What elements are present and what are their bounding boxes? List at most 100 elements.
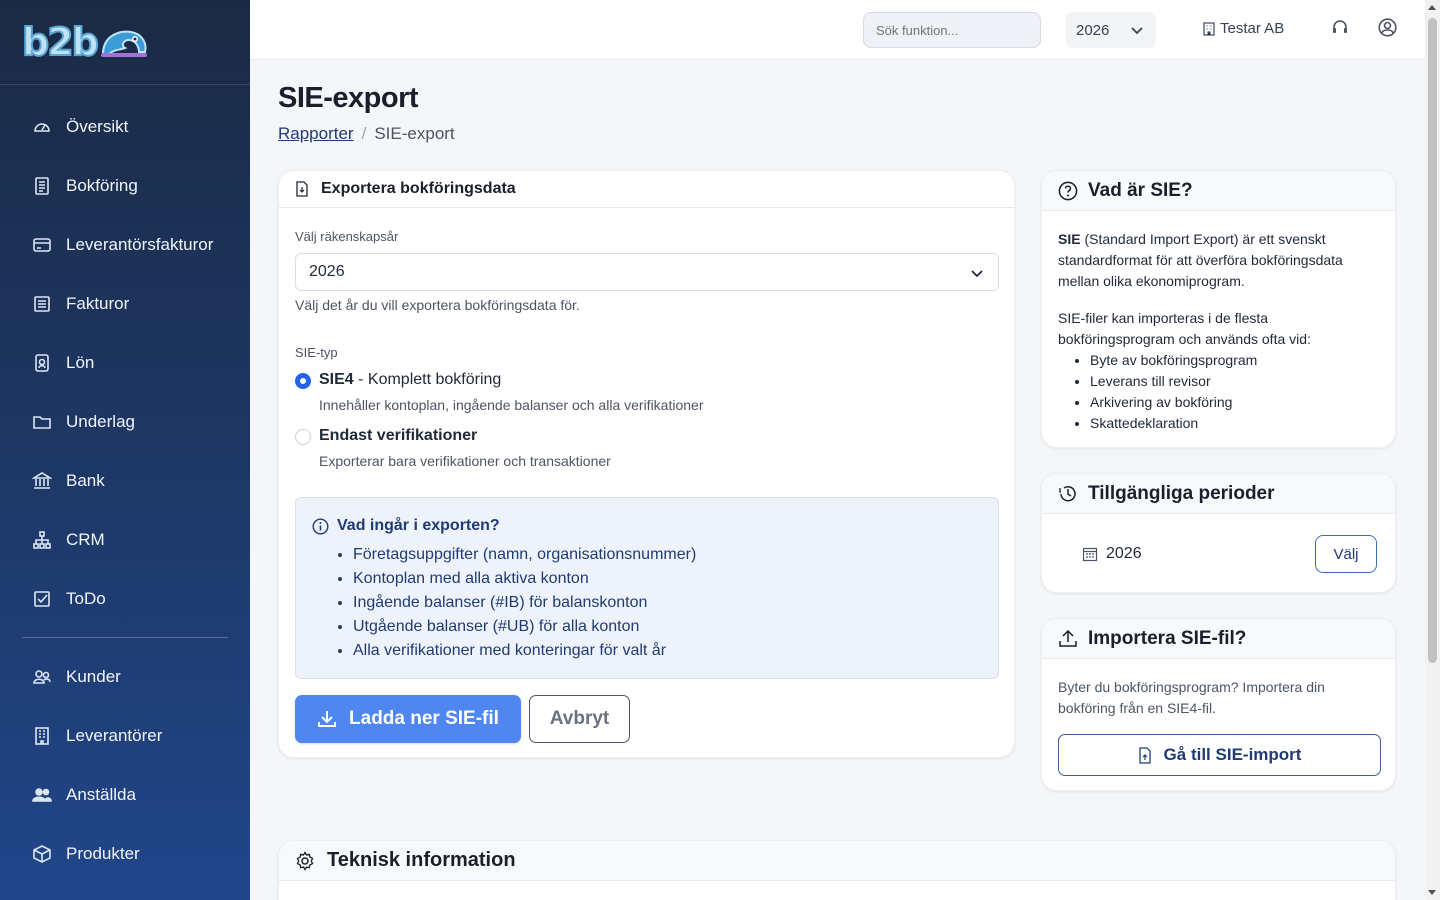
headset-icon[interactable] <box>1331 18 1349 41</box>
radio-sie4[interactable] <box>295 373 311 389</box>
file-upload-icon <box>1138 746 1151 764</box>
sie-info-card: Vad är SIE? SIE (Standard Import Export)… <box>1041 170 1396 448</box>
export-card-title: Exportera bokföringsdata <box>321 180 516 197</box>
list-item: Ingående balanser (#IB) för balanskonton <box>353 591 696 615</box>
sidebar-item-fakturor[interactable]: Fakturor <box>0 274 250 333</box>
periods-card: Tillgängliga perioder 2026 Välj <box>1041 473 1396 593</box>
credit-card-icon <box>32 235 52 255</box>
company-switcher[interactable]: Testar AB <box>1203 20 1284 37</box>
import-card: Importera SIE-fil? Byter du bokföringspr… <box>1041 618 1396 791</box>
calendar-icon <box>1082 547 1098 562</box>
sidebar-item-label: Kunder <box>66 666 121 686</box>
breadcrumb: Rapporter / SIE-export <box>278 124 455 144</box>
download-sie-button[interactable]: Ladda ner SIE-fil <box>295 695 521 743</box>
id-badge-icon <box>32 353 52 373</box>
list-item: Utgående balanser (#UB) för alla konton <box>353 615 696 639</box>
sidebar-item-bank[interactable]: Bank <box>0 451 250 510</box>
user-circle-icon[interactable] <box>1378 18 1397 42</box>
tech-info-header: Teknisk information <box>279 841 1395 881</box>
fiscal-year-select[interactable]: 2026 <box>295 253 999 291</box>
gear-icon <box>296 850 314 871</box>
list-item: Skattedeklaration <box>1090 413 1378 434</box>
invoice-icon <box>32 294 52 314</box>
topbar: 2026 Testar AB <box>250 0 1425 60</box>
period-year: 2026 <box>1106 545 1142 562</box>
radio-sie4-label-bold: SIE4 <box>319 371 354 388</box>
export-info-box: Vad ingår i exporten? Företagsuppgifter … <box>295 497 999 679</box>
radio-verifikationer-label[interactable]: Endast verifikationer <box>319 427 477 445</box>
sidebar-divider <box>22 637 228 638</box>
sie-info-list: Byte av bokföringsprogram Leverans till … <box>1090 350 1378 434</box>
company-name: Testar AB <box>1220 20 1285 37</box>
building-icon <box>32 726 52 746</box>
radio-sie4-label[interactable]: SIE4 - Komplett bokföring <box>319 371 501 389</box>
chevron-down-icon <box>970 266 984 285</box>
sidebar-item-crm[interactable]: CRM <box>0 510 250 569</box>
breadcrumb-link-rapporter[interactable]: Rapporter <box>278 124 354 143</box>
sie-info-bold: SIE <box>1058 231 1081 247</box>
sidebar-item-label: Lön <box>66 352 95 372</box>
year-select[interactable]: 2026 <box>1066 12 1156 48</box>
page-title: SIE-export <box>278 82 419 114</box>
sidebar-item-leverantorer[interactable]: Leverantörer <box>0 706 250 765</box>
logo[interactable]: b2b <box>0 0 250 85</box>
sidebar-item-lon[interactable]: Lön <box>0 333 250 392</box>
gauge-icon <box>32 117 52 137</box>
sidebar-nav-secondary: Kunder Leverantörer Anställda Produkter <box>0 647 250 883</box>
sidebar-item-produkter[interactable]: Produkter <box>0 824 250 883</box>
chevron-down-icon <box>1130 23 1144 41</box>
search-input[interactable] <box>863 12 1041 48</box>
import-text: Byter du bokföringsprogram? Importera di… <box>1058 679 1325 716</box>
page-scrollbar[interactable] <box>1425 0 1440 900</box>
chameleon-logo-icon <box>99 26 147 58</box>
scroll-up-arrow[interactable] <box>1428 5 1436 10</box>
scrollbar-thumb[interactable] <box>1428 18 1437 663</box>
select-period-button[interactable]: Välj <box>1315 535 1377 573</box>
download-icon <box>318 711 337 727</box>
periods-header: Tillgängliga perioder <box>1042 474 1395 514</box>
sidebar-item-label: Underlag <box>66 411 135 431</box>
history-icon <box>1059 485 1076 501</box>
scroll-down-arrow[interactable] <box>1428 890 1436 895</box>
sidebar-item-leverantorsfakturor[interactable]: Leverantörsfakturor <box>0 215 250 274</box>
sidebar-item-label: Översikt <box>66 116 129 136</box>
sidebar-item-anstallda[interactable]: Anställda <box>0 765 250 824</box>
radio-sie4-label-text: - Komplett bokföring <box>353 371 502 388</box>
sidebar-item-bokforing[interactable]: Bokföring <box>0 156 250 215</box>
sie-info-title: Vad är SIE? <box>1088 179 1193 201</box>
tech-info-card: Teknisk information <box>278 840 1396 900</box>
question-circle-icon <box>1058 181 1078 200</box>
ledger-icon <box>32 176 52 196</box>
sie-info-header: Vad är SIE? <box>1042 171 1395 211</box>
folder-icon <box>32 412 52 432</box>
download-sie-button-label: Ladda ner SIE-fil <box>349 708 499 729</box>
export-card: Exportera bokföringsdata Välj räkenskaps… <box>278 170 1015 758</box>
breadcrumb-separator: / <box>361 124 367 143</box>
sidebar-item-todo[interactable]: ToDo <box>0 569 250 628</box>
sidebar-item-kunder[interactable]: Kunder <box>0 647 250 706</box>
sidebar-item-label: Anställda <box>66 784 136 804</box>
sidebar-item-oversikt[interactable]: Översikt <box>0 97 250 156</box>
radio-verifikationer-desc: Exporterar bara verifikationer och trans… <box>319 453 611 469</box>
sie-info-body: SIE (Standard Import Export) är ett sven… <box>1058 229 1378 434</box>
cancel-button[interactable]: Avbryt <box>529 695 630 743</box>
sidebar-item-label: Leverantörer <box>66 725 163 745</box>
radio-verifikationer[interactable] <box>295 429 311 445</box>
sidebar-item-label: Fakturor <box>66 293 130 313</box>
sidebar-item-label: Bokföring <box>66 175 138 195</box>
sie-info-text: (Standard Import Export) är ett svenskt … <box>1058 231 1343 289</box>
sie-type-label: SIE-typ <box>295 345 338 360</box>
radio-sie4-desc: Innehåller kontoplan, ingående balanser … <box>319 397 704 413</box>
export-info-title: Vad ingår i exporten? <box>312 517 500 535</box>
sitemap-icon <box>32 530 52 550</box>
sidebar-nav: Översikt Bokföring Leverantörsfakturor F… <box>0 85 250 628</box>
sidebar-item-label: Leverantörsfakturor <box>66 234 214 254</box>
tech-info-title: Teknisk information <box>327 849 516 871</box>
list-item: Byte av bokföringsprogram <box>1090 350 1378 371</box>
sidebar-item-label: ToDo <box>66 588 106 608</box>
sidebar-item-underlag[interactable]: Underlag <box>0 392 250 451</box>
go-to-sie-import-button[interactable]: Gå till SIE-import <box>1058 734 1381 776</box>
sie-info-paragraph: SIE (Standard Import Export) är ett sven… <box>1058 229 1378 292</box>
box-icon <box>32 844 52 864</box>
logo-text: b2b <box>21 19 100 65</box>
